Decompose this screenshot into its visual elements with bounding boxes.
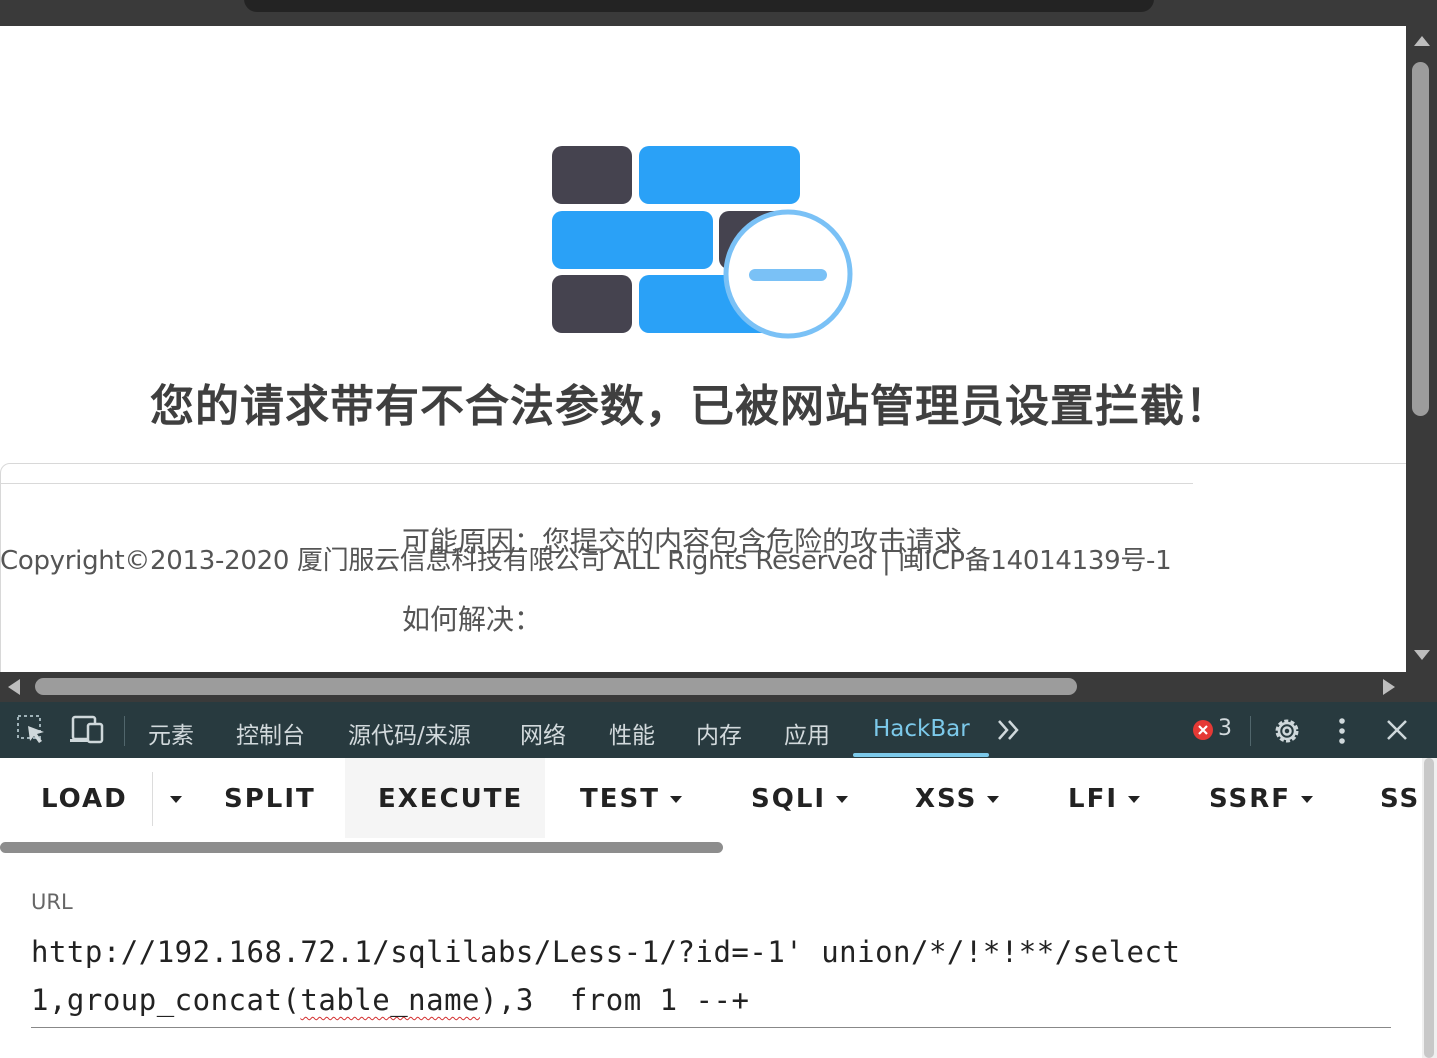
tab-elements[interactable]: 元素 bbox=[148, 716, 194, 750]
tab-network[interactable]: 网络 bbox=[520, 716, 566, 750]
tab-sources[interactable]: 源代码/来源 bbox=[348, 716, 471, 750]
load-split-separator bbox=[152, 772, 153, 826]
split-button[interactable]: SPLIT bbox=[224, 784, 316, 814]
hackbar-toolbar: LOAD SPLIT EXECUTE TEST SQLI XSS LFI SSR… bbox=[0, 758, 1420, 844]
devtools-tabbar: 元素 控制台 源代码/来源 网络 性能 内存 应用 HackBar 3 bbox=[0, 702, 1437, 758]
scroll-thumb[interactable] bbox=[1424, 758, 1434, 1058]
scroll-thumb[interactable] bbox=[1412, 62, 1429, 416]
hackbar-vertical-scrollbar[interactable] bbox=[1422, 758, 1437, 1058]
divider bbox=[0, 483, 1193, 484]
toolbar-separator bbox=[124, 716, 125, 746]
lfi-menu-button[interactable]: LFI bbox=[1068, 784, 1141, 814]
info-card bbox=[0, 463, 1422, 705]
error-icon[interactable] bbox=[1192, 719, 1214, 741]
close-icon[interactable] bbox=[1385, 718, 1409, 742]
device-toolbar-icon[interactable] bbox=[70, 714, 106, 746]
tab-memory[interactable]: 内存 bbox=[696, 716, 742, 750]
tab-console[interactable]: 控制台 bbox=[236, 716, 305, 750]
url-text-part: ),3 from 1 --+ bbox=[480, 983, 750, 1017]
toolbar-separator bbox=[1250, 716, 1251, 746]
ssti-menu-button[interactable]: SST bbox=[1380, 784, 1420, 814]
settings-gear-icon[interactable] bbox=[1271, 715, 1303, 747]
test-label: TEST bbox=[580, 784, 660, 814]
chevron-down-icon bbox=[1128, 796, 1141, 803]
chevron-down-icon bbox=[669, 796, 682, 803]
spellcheck-word: table_name bbox=[300, 983, 481, 1017]
sqli-menu-button[interactable]: SQLI bbox=[751, 784, 849, 814]
block-title: 您的请求带有不合法参数，已被网站管理员设置拦截！ bbox=[150, 381, 1230, 432]
browser-top-strip bbox=[0, 0, 1437, 26]
scroll-right-arrow-icon[interactable] bbox=[1383, 679, 1395, 695]
active-tab-indicator bbox=[853, 753, 989, 757]
ssrf-label: SSRF bbox=[1209, 784, 1292, 814]
chevron-down-icon bbox=[836, 796, 849, 803]
copyright-text: Copyright©2013-2020 厦门服云信息科技有限公司 ALL Rig… bbox=[0, 546, 1172, 576]
xss-label: XSS bbox=[915, 784, 978, 814]
hackbar-toolbar-scrollbar[interactable] bbox=[0, 842, 723, 853]
scroll-up-arrow-icon[interactable] bbox=[1414, 36, 1430, 46]
sqli-label: SQLI bbox=[751, 784, 827, 814]
test-menu-button[interactable]: TEST bbox=[580, 784, 682, 814]
url-textarea[interactable]: http://192.168.72.1/sqlilabs/Less-1/?id=… bbox=[31, 928, 1391, 1024]
ssrf-menu-button[interactable]: SSRF bbox=[1209, 784, 1314, 814]
address-bar-edge[interactable] bbox=[244, 0, 1154, 12]
xss-menu-button[interactable]: XSS bbox=[915, 784, 1000, 814]
chevron-down-icon bbox=[987, 796, 1000, 803]
chevron-down-icon bbox=[170, 796, 182, 803]
load-button[interactable]: LOAD bbox=[41, 784, 128, 814]
execute-button[interactable]: EXECUTE bbox=[378, 784, 523, 814]
scroll-thumb-horizontal[interactable] bbox=[35, 678, 1077, 695]
error-count[interactable]: 3 bbox=[1218, 716, 1232, 741]
kebab-menu-icon[interactable] bbox=[1334, 716, 1350, 746]
howto-text: 如何解决： bbox=[402, 603, 543, 636]
inspect-element-icon[interactable] bbox=[16, 714, 48, 746]
scroll-left-arrow-icon[interactable] bbox=[8, 679, 20, 695]
tab-performance[interactable]: 性能 bbox=[609, 716, 655, 750]
tab-hackbar[interactable]: HackBar bbox=[873, 716, 970, 742]
more-tabs-icon[interactable] bbox=[996, 718, 1022, 742]
tab-application[interactable]: 应用 bbox=[784, 716, 830, 750]
load-dropdown-button[interactable] bbox=[160, 784, 182, 814]
lfi-label: LFI bbox=[1068, 784, 1119, 814]
vertical-scrollbar[interactable] bbox=[1406, 26, 1437, 672]
url-label: URL bbox=[31, 890, 73, 914]
horizontal-scrollbar[interactable] bbox=[0, 672, 1437, 702]
scroll-down-arrow-icon[interactable] bbox=[1414, 650, 1430, 660]
url-field-underline bbox=[31, 1027, 1391, 1028]
firewall-block-icon bbox=[552, 146, 853, 339]
chevron-down-icon bbox=[1301, 796, 1314, 803]
